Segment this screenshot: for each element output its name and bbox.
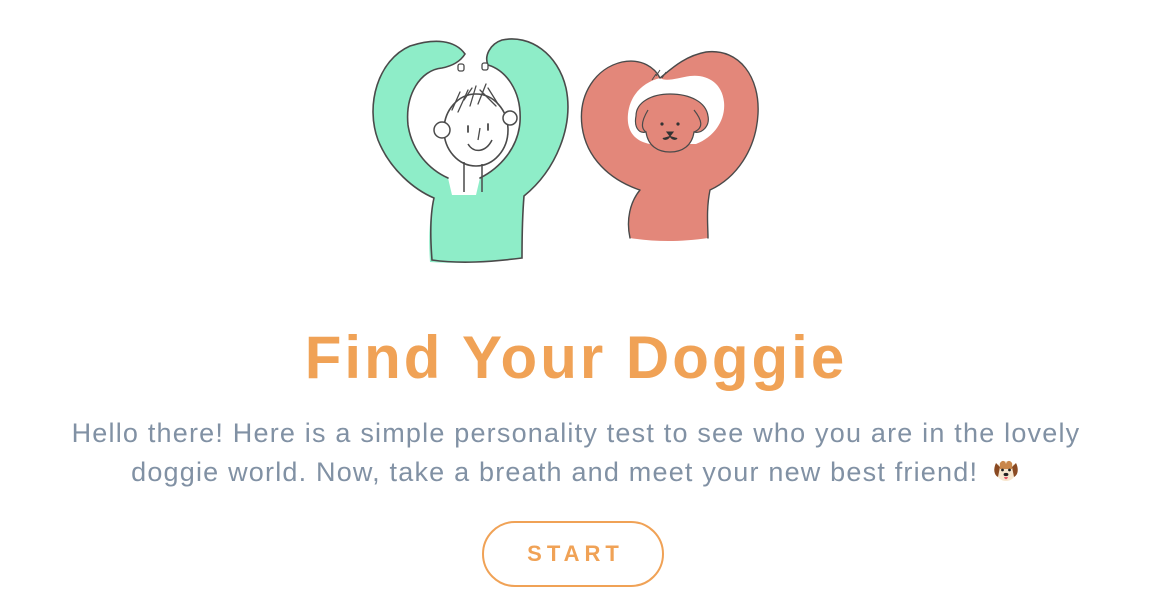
intro-line-1: Hello there! Here is a simple personalit… xyxy=(71,418,1081,448)
person-ear-left xyxy=(433,121,451,139)
page-title: Find Your Doggie xyxy=(304,324,848,391)
dog-eye-right xyxy=(676,122,680,126)
dog-illustration xyxy=(580,51,759,241)
person-hand-left xyxy=(457,63,465,72)
start-button[interactable]: START xyxy=(482,521,664,587)
person-hand-right xyxy=(481,62,489,71)
person-ear-right xyxy=(502,110,518,126)
dog-eye-left xyxy=(660,122,664,126)
dog-face-icon xyxy=(994,460,1018,481)
intro-text: Hello there! Here is a simple personalit… xyxy=(16,414,1136,492)
person-illustration xyxy=(372,38,569,263)
hero-illustration xyxy=(372,38,759,263)
intro-line-2: doggie world. Now, take a breath and mee… xyxy=(131,457,979,487)
